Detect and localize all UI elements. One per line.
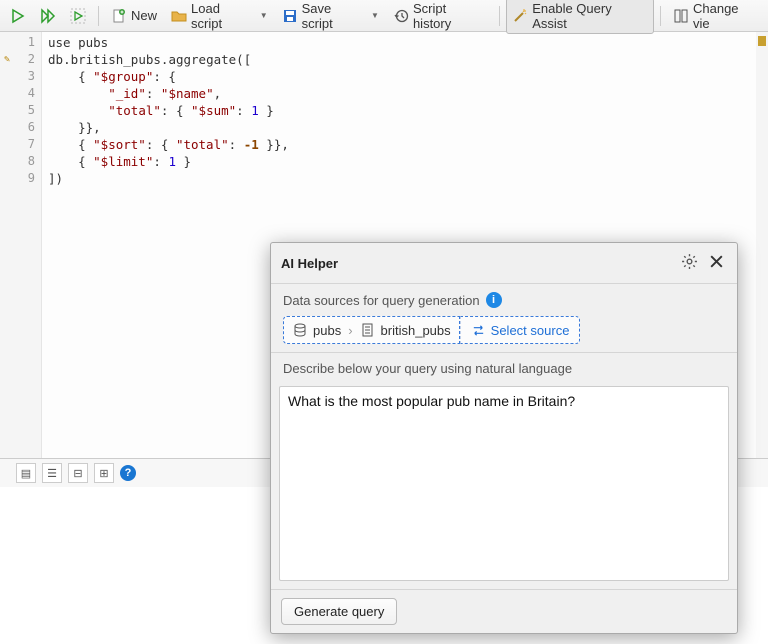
load-label: Load script xyxy=(191,1,254,31)
view-mode-1-button[interactable]: ▤ xyxy=(16,463,36,483)
wand-icon xyxy=(512,8,528,24)
source-breadcrumb[interactable]: pubs › british_pubs xyxy=(283,316,460,344)
query-assist-toggle[interactable]: Enable Query Assist xyxy=(506,0,654,34)
save-icon xyxy=(282,8,298,24)
swap-icon xyxy=(471,323,486,338)
minimap[interactable] xyxy=(756,32,768,458)
query-assist-label: Enable Query Assist xyxy=(532,1,648,31)
load-script-button[interactable]: Load script ▼ xyxy=(165,0,274,34)
close-icon xyxy=(708,253,725,270)
top-toolbar: New Load script ▼ Save script ▼ Script h… xyxy=(0,0,768,32)
generate-query-button[interactable]: Generate query xyxy=(281,598,397,625)
source-row: pubs › british_pubs Select source xyxy=(283,316,725,344)
ai-title: AI Helper xyxy=(281,256,673,271)
columns-icon xyxy=(673,8,689,24)
chevron-down-icon: ▼ xyxy=(260,11,268,20)
select-source-label: Select source xyxy=(491,323,570,338)
run-selection-button[interactable] xyxy=(64,5,92,27)
sources-label: Data sources for query generation xyxy=(283,293,480,308)
separator xyxy=(98,6,99,26)
view-mode-3-button[interactable]: ⊟ xyxy=(68,463,88,483)
ai-footer: Generate query xyxy=(271,589,737,633)
new-file-icon xyxy=(111,8,127,24)
generate-label: Generate query xyxy=(294,604,384,619)
change-view-label: Change vie xyxy=(693,1,758,31)
change-view-button[interactable]: Change vie xyxy=(667,0,764,34)
help-icon[interactable]: ? xyxy=(120,465,136,481)
new-label: New xyxy=(131,8,157,23)
query-text: What is the most popular pub name in Bri… xyxy=(288,393,575,409)
source-db: pubs xyxy=(313,323,341,338)
play-icon xyxy=(10,8,26,24)
history-label: Script history xyxy=(413,1,487,31)
describe-label: Describe below your query using natural … xyxy=(271,353,737,382)
new-script-button[interactable]: New xyxy=(105,5,163,27)
source-collection: british_pubs xyxy=(381,323,451,338)
collection-icon xyxy=(360,322,376,338)
separator xyxy=(660,6,661,26)
settings-button[interactable] xyxy=(679,251,700,275)
folder-icon xyxy=(171,8,187,24)
run-button[interactable] xyxy=(4,5,32,27)
info-icon[interactable]: i xyxy=(486,292,502,308)
line-gutter: 123456789 xyxy=(0,32,42,458)
history-icon xyxy=(393,8,409,24)
play-all-icon xyxy=(40,8,56,24)
ai-helper-panel: AI Helper Data sources for query generat… xyxy=(270,242,738,634)
database-icon xyxy=(292,322,308,338)
run-all-button[interactable] xyxy=(34,5,62,27)
sources-label-row: Data sources for query generation i xyxy=(271,284,737,314)
save-script-button[interactable]: Save script ▼ xyxy=(276,0,385,34)
chevron-down-icon: ▼ xyxy=(371,11,379,20)
script-history-button[interactable]: Script history xyxy=(387,0,493,34)
view-mode-4-button[interactable]: ⊞ xyxy=(94,463,114,483)
view-mode-2-button[interactable]: ☰ xyxy=(42,463,62,483)
close-button[interactable] xyxy=(706,251,727,275)
separator xyxy=(499,6,500,26)
play-dotted-icon xyxy=(70,8,86,24)
gear-icon xyxy=(681,253,698,270)
chevron-right-icon: › xyxy=(348,323,352,338)
ai-header: AI Helper xyxy=(271,243,737,284)
save-label: Save script xyxy=(302,1,365,31)
query-textarea[interactable]: What is the most popular pub name in Bri… xyxy=(279,386,729,581)
select-source-button[interactable]: Select source xyxy=(460,316,581,344)
